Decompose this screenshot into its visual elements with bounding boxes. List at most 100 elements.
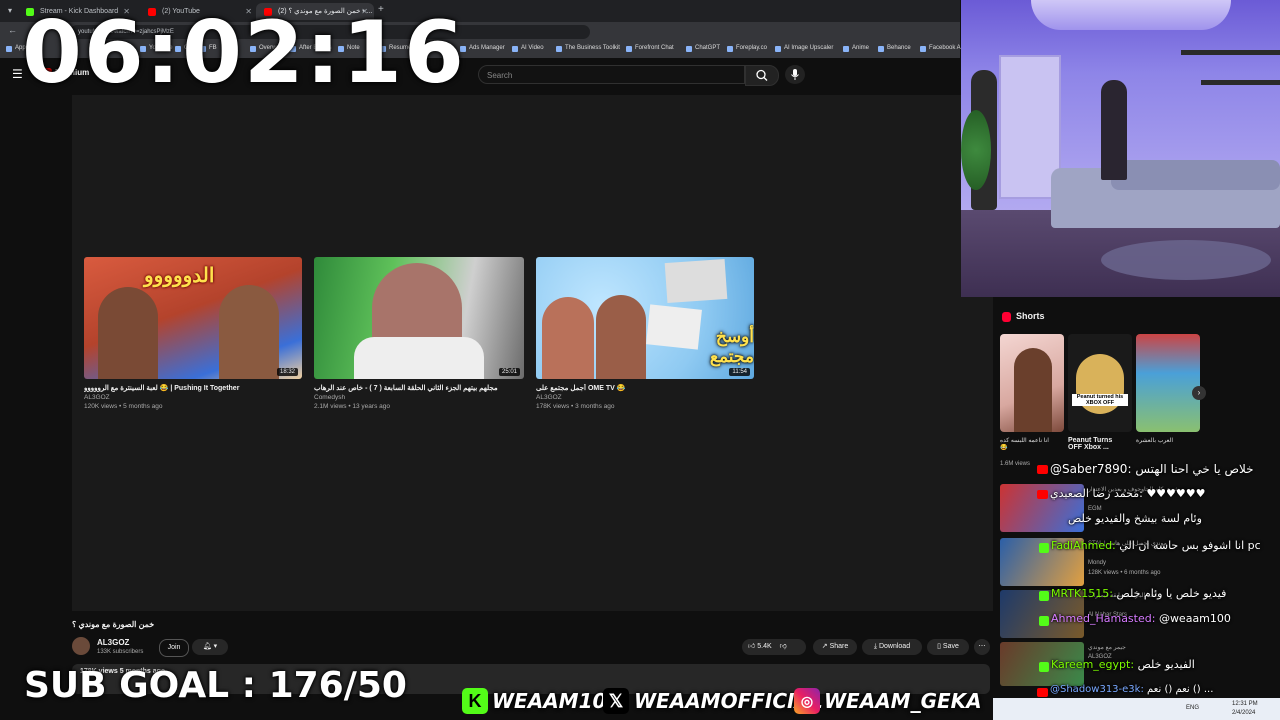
kick-chat-icon bbox=[1039, 616, 1049, 626]
short-title[interactable]: Peanut Turns OFF Xbox ... bbox=[1068, 437, 1122, 451]
chat-message: @Saber7890: خلاص يا خي احنا الهتس bbox=[1050, 462, 1254, 476]
video-thumbnail[interactable]: الدووووو 18:32 bbox=[84, 257, 302, 379]
shelf bbox=[1181, 50, 1280, 55]
chat-text: وئام لسة بيشخ والفيديو خلص bbox=[1068, 512, 1202, 525]
short-views: 1.6M views bbox=[1000, 461, 1031, 467]
youtube-chat-icon bbox=[1037, 490, 1048, 499]
search-button[interactable] bbox=[745, 65, 779, 86]
chat-message: MRTK1515: فيديو خلص يا وئام خلص bbox=[1051, 587, 1226, 600]
mic-button[interactable] bbox=[785, 65, 805, 84]
video-title[interactable]: مجلهم بيتهم الجزء الثاني الحلقة السابعة … bbox=[314, 384, 524, 392]
video-channel[interactable]: AL3GOZ bbox=[84, 394, 302, 401]
bookmark-item[interactable]: Forefront Chat bbox=[626, 45, 674, 52]
video-duration: 25:01 bbox=[498, 368, 520, 376]
save-label: Save bbox=[942, 643, 959, 650]
ceiling-light bbox=[1031, 0, 1231, 30]
search-input[interactable]: Search bbox=[478, 65, 745, 84]
short-video[interactable]: Peanut turned his XBOX OFF bbox=[1068, 334, 1132, 432]
video-channel[interactable]: AL3GOZ bbox=[536, 394, 754, 401]
download-button[interactable]: ⤓ Download bbox=[862, 639, 922, 655]
stream-timer: 06:02:16 bbox=[22, 3, 466, 103]
video-channel[interactable]: Comedysh bbox=[314, 394, 524, 401]
like-button[interactable]: 👍︎ 5.4K 👎︎ bbox=[742, 639, 806, 655]
language-indicator[interactable]: ENG bbox=[1186, 705, 1199, 711]
plant bbox=[961, 110, 991, 190]
chat-text: نعم () نعم () ... bbox=[1147, 684, 1214, 695]
video-meta: 120K views • 5 months ago bbox=[84, 403, 163, 410]
end-screen-video[interactable]: 25:01 مجلهم بيتهم الجزء الثاني الحلقة ال… bbox=[314, 257, 524, 410]
chat-message: Kareem_egypt: الفيديو خلص bbox=[1051, 658, 1195, 671]
chat-text: خلاص يا خي احنا الهتس bbox=[1135, 462, 1254, 476]
short-title[interactable]: انا ناعمه اللبسه كده 😂 bbox=[1000, 437, 1052, 451]
channel-name[interactable]: AL3GOZ bbox=[97, 638, 129, 647]
more-button[interactable]: ⋯ bbox=[974, 639, 990, 655]
clock-date[interactable]: 2/4/2024 bbox=[1232, 710, 1255, 716]
tab-list-icon[interactable]: ▾ bbox=[4, 4, 16, 18]
back-icon[interactable]: ← bbox=[8, 25, 17, 35]
bookmark-item[interactable]: Foreplay.co bbox=[727, 45, 767, 52]
recommendation-meta: 128K views • 6 months ago bbox=[1088, 570, 1161, 576]
video-duration: 18:32 bbox=[276, 368, 298, 376]
chat-text: ♥♥♥♥♥♥ bbox=[1146, 487, 1206, 500]
end-screen-video[interactable]: الدووووو 18:32 لعبة السينترة مع الرووووو… bbox=[84, 257, 302, 410]
share-label: Share bbox=[829, 643, 849, 650]
video-title[interactable]: لعبة السينترة مع الرووووو 😂 | Pushing It… bbox=[84, 384, 302, 392]
recommendation-channel[interactable]: Mondy bbox=[1088, 560, 1106, 566]
join-button[interactable]: Join bbox=[159, 639, 189, 657]
bookmark-item[interactable]: ChatGPT bbox=[686, 45, 720, 52]
clock-time[interactable]: 12:31 PM bbox=[1232, 701, 1258, 707]
shirt-shape bbox=[354, 337, 484, 379]
bookmark-item[interactable]: AI Video bbox=[512, 45, 544, 52]
chat-message: محمد رضا الصعيدي: ♥♥♥♥♥♥ bbox=[1050, 487, 1205, 500]
short-video[interactable] bbox=[1000, 334, 1064, 432]
chat-text: الفيديو خلص bbox=[1137, 658, 1195, 671]
youtube-chat-icon bbox=[1037, 465, 1048, 474]
mic-icon bbox=[791, 69, 799, 80]
recommendation-title[interactable]: جيمر مع موندي bbox=[1088, 644, 1126, 651]
shorts-icon bbox=[1002, 312, 1011, 322]
short-title[interactable]: العرب بالعشرة bbox=[1136, 437, 1173, 444]
end-screen-video[interactable]: أوسخ مجتمع 11:54 أجمل مجتمع على OME TV 😂… bbox=[536, 257, 754, 410]
kick-icon: K bbox=[462, 688, 488, 714]
notifications-button[interactable]: 🔔︎ ▾ bbox=[192, 639, 228, 655]
coat-rack bbox=[1101, 80, 1127, 180]
share-button[interactable]: ↗ Share bbox=[813, 639, 857, 655]
youtube-chat-icon bbox=[1037, 688, 1048, 697]
bookmark-item[interactable]: AI Image Upscaler bbox=[775, 45, 833, 52]
video-title[interactable]: أجمل مجتمع على OME TV 😂 bbox=[536, 384, 754, 392]
video-thumbnail[interactable]: أوسخ مجتمع 11:54 bbox=[536, 257, 754, 379]
video-meta: 2.1M views • 13 years ago bbox=[314, 403, 390, 410]
short-badge: Peanut turned his XBOX OFF bbox=[1072, 394, 1128, 406]
download-label: Download bbox=[878, 643, 911, 650]
inset-photo bbox=[664, 258, 728, 304]
kick-handle: WEAAM100 bbox=[492, 689, 621, 713]
chat-text: فيديو خلص يا وئام خلص bbox=[1116, 587, 1227, 600]
chat-user: MRTK1515: bbox=[1051, 587, 1113, 600]
bookmark-item[interactable]: Behance bbox=[878, 45, 911, 52]
chat-message: @Shadow313-e3k: نعم () نعم () ... bbox=[1050, 684, 1213, 695]
instagram-handle: WEAAM_GEKA bbox=[824, 689, 982, 713]
next-icon[interactable]: › bbox=[1192, 386, 1206, 400]
chat-user: محمد رضا الصعيدي: bbox=[1050, 487, 1143, 500]
avatar[interactable] bbox=[72, 637, 90, 655]
video-thumbnail[interactable]: 25:01 bbox=[314, 257, 524, 379]
bookmark-item[interactable]: Facebook Ads bbox=[920, 45, 967, 52]
shelf bbox=[1201, 80, 1280, 85]
save-button[interactable]: ▯ Save bbox=[927, 639, 969, 655]
bookmark-item[interactable]: Anime bbox=[843, 45, 869, 52]
thumbs-down-icon: 👎︎ bbox=[779, 643, 787, 650]
bookmark-item[interactable]: The Business Toolkit bbox=[556, 45, 620, 52]
bookmark-item[interactable]: Ads Manager bbox=[460, 45, 505, 52]
subscriber-count: 133K subscribers bbox=[97, 649, 144, 655]
kick-chat-icon bbox=[1039, 591, 1049, 601]
chat-message: وئام لسة بيشخ والفيديو خلص bbox=[1068, 512, 1202, 525]
person-silhouette bbox=[1014, 348, 1052, 432]
webcam-feed bbox=[961, 0, 1280, 297]
person-silhouette bbox=[98, 287, 158, 379]
short-video[interactable] bbox=[1136, 334, 1200, 432]
bell-icon: 🔔︎ ▾ bbox=[202, 643, 218, 650]
person-silhouette bbox=[542, 297, 594, 379]
person-silhouette bbox=[219, 285, 279, 379]
thumbnail-caption: الدووووو bbox=[144, 265, 215, 287]
sofa-back bbox=[1111, 160, 1280, 190]
